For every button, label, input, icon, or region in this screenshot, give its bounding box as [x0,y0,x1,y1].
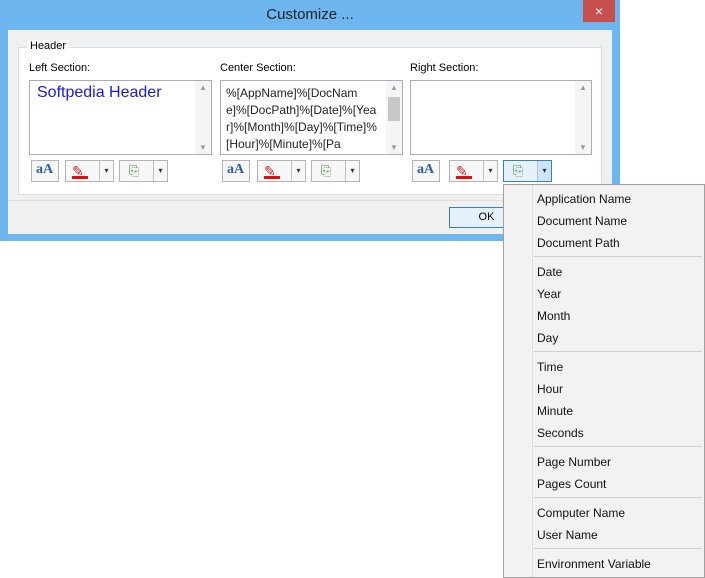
menu-item-document-path[interactable]: Document Path [537,236,620,250]
center-font-button[interactable]: aA [222,160,250,182]
scroll-down-icon[interactable]: ▼ [195,143,211,152]
chevron-down-icon[interactable]: ▾ [99,161,113,181]
right-section-label: Right Section: [410,62,479,74]
menu-gutter [532,185,533,577]
group-label: Header [27,40,70,52]
left-font-button[interactable]: aA [31,160,59,182]
close-button[interactable]: × [583,0,615,22]
menu-item-computer-name[interactable]: Computer Name [537,506,625,520]
center-color-button[interactable]: ✎ ▾ [257,160,306,182]
color-swatch [264,176,280,179]
center-insert-button[interactable]: ⎘ ▾ [311,160,360,182]
insert-field-icon: ⎘ [513,163,524,178]
chevron-down-icon[interactable]: ▾ [483,161,497,181]
font-icon: aA [417,162,435,177]
menu-item-day[interactable]: Day [537,331,558,345]
left-section-text: Softpedia Header [37,84,162,101]
left-color-button[interactable]: ✎ ▾ [65,160,114,182]
color-swatch [72,176,88,179]
menu-separator [534,497,702,498]
center-scrollbar[interactable]: ▲ ▼ [386,81,402,154]
scroll-up-icon[interactable]: ▲ [386,83,402,92]
font-icon: aA [36,162,54,177]
menu-item-pages-count[interactable]: Pages Count [537,477,606,491]
scroll-up-icon[interactable]: ▲ [575,83,591,92]
scroll-up-icon[interactable]: ▲ [195,83,211,92]
left-section-input[interactable]: Softpedia Header ▲ ▼ [29,80,212,155]
right-font-button[interactable]: aA [412,160,440,182]
menu-item-date[interactable]: Date [537,265,562,279]
insert-field-menu: Application Name Document Name Document Pa… [503,184,705,578]
insert-field-icon: ⎘ [321,163,332,178]
menu-item-minute[interactable]: Minute [537,404,573,418]
menu-separator [534,351,702,352]
center-section-input[interactable]: %[AppName]%[DocName]%[DocPath]%[Date]%[Y… [220,80,403,155]
chevron-down-icon[interactable]: ▾ [537,161,551,181]
close-icon: × [594,3,604,19]
window-title: Customize ... [266,6,354,23]
menu-item-environment-variable[interactable]: Environment Variable [537,557,651,571]
left-insert-button[interactable]: ⎘ ▾ [119,160,168,182]
center-section-text: %[AppName]%[DocName]%[DocPath]%[Date]%[Y… [226,86,377,151]
insert-field-icon: ⎘ [129,163,140,178]
menu-item-page-number[interactable]: Page Number [537,455,611,469]
chevron-down-icon[interactable]: ▾ [153,161,167,181]
menu-item-application-name[interactable]: Application Name [537,192,631,206]
menu-item-month[interactable]: Month [537,309,570,323]
right-scrollbar[interactable]: ▲ ▼ [575,81,591,154]
menu-item-year[interactable]: Year [537,287,561,301]
left-section-label: Left Section: [29,62,91,74]
scroll-thumb[interactable] [388,97,400,121]
font-icon: aA [227,162,245,177]
center-section-label: Center Section: [220,62,296,74]
menu-item-time[interactable]: Time [537,360,563,374]
chevron-down-icon[interactable]: ▾ [291,161,305,181]
menu-item-user-name[interactable]: User Name [537,528,598,542]
scroll-down-icon[interactable]: ▼ [386,143,402,152]
color-swatch [456,176,472,179]
menu-item-hour[interactable]: Hour [537,382,563,396]
menu-separator [534,256,702,257]
menu-item-seconds[interactable]: Seconds [537,426,584,440]
right-insert-button[interactable]: ⎘ ▾ [503,160,552,182]
left-scrollbar[interactable]: ▲ ▼ [195,81,211,154]
right-color-button[interactable]: ✎ ▾ [449,160,498,182]
header-groupbox: Header Left Section: Softpedia Header ▲ … [18,40,602,195]
right-section-input[interactable]: ▲ ▼ [410,80,592,155]
menu-separator [534,548,702,549]
menu-item-document-name[interactable]: Document Name [537,214,627,228]
menu-separator [534,446,702,447]
chevron-down-icon[interactable]: ▾ [345,161,359,181]
scroll-down-icon[interactable]: ▼ [575,143,591,152]
title-bar[interactable]: Customize ... × [0,0,620,30]
